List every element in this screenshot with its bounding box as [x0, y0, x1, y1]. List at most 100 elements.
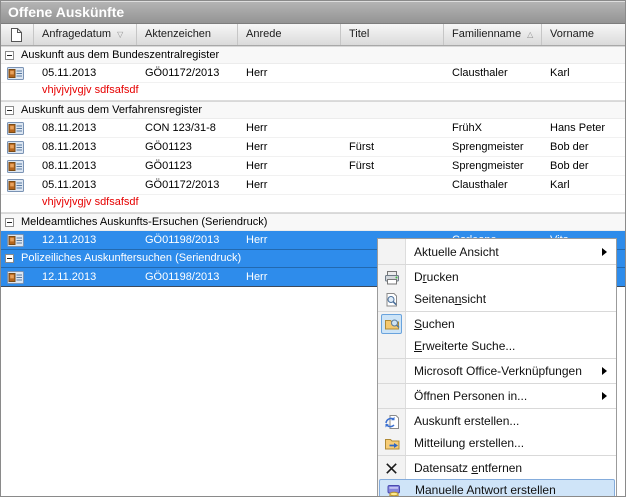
table-row[interactable]: 08.11.2013 CON 123/31-8 Herr FrühX Hans Pete…: [1, 119, 626, 138]
cell-salutation: Herr: [246, 231, 341, 250]
sort-descending-icon: ▽: [117, 30, 123, 39]
group-header-meldeamtliches-auskunfts-ersuchen-seriendruck[interactable]: Meldeamtliches Auskunfts-Ersuchen (Serie…: [1, 213, 626, 231]
cell-title: Fürst: [349, 157, 444, 176]
cell-firstname: Karl: [550, 64, 626, 83]
submenu-arrow-icon: [602, 392, 607, 400]
collapse-icon[interactable]: [5, 254, 14, 263]
menu-item-öffnen-personen-in[interactable]: Öffnen Personen in...: [378, 385, 616, 407]
column-header-lastname[interactable]: Familienname △: [444, 24, 542, 45]
note-text: vhjvjvjvgjv sdfsafsdf: [42, 83, 139, 98]
cell-lastname: Sprengmeister: [452, 138, 542, 157]
cell-date: 08.11.2013: [42, 138, 137, 157]
collapse-icon[interactable]: [5, 106, 14, 115]
contact-card-icon: [7, 141, 24, 154]
menu-item-mitteilung-erstellen[interactable]: Mitteilung erstellen...: [378, 432, 616, 454]
menu-item-auskunft-erstellen[interactable]: Auskunft erstellen...: [378, 410, 616, 432]
column-header-label: Anrede: [246, 28, 281, 40]
collapse-icon[interactable]: [5, 218, 14, 227]
cell-salutation: Herr: [246, 176, 341, 195]
document-icon: [10, 28, 22, 45]
offene-auskuenfte-window: Offene Auskünfte Anfragedatum▽Aktenzeich…: [0, 0, 626, 497]
table-row[interactable]: 08.11.2013GÖ01123HerrFürstSprengmeisterB…: [1, 138, 626, 157]
cell-lastname: Sprengmeister: [452, 157, 542, 176]
contact-card-icon: [7, 234, 24, 247]
group-header-auskunft-aus-dem-verfahrensregister[interactable]: Auskunft aus dem Verfahrensregister: [1, 101, 626, 119]
menu-item-label: Suchen: [414, 317, 455, 331]
contact-card-icon: [7, 271, 24, 284]
row-note[interactable]: vhjvjvjvgjv sdfsafsdf: [1, 195, 626, 213]
cell-salutation: Herr: [246, 268, 341, 287]
manual-reply-icon: [385, 483, 402, 497]
cell-salutation: Herr: [246, 119, 341, 138]
menu-item-label: Öffnen Personen in...: [414, 389, 527, 403]
cell-date: 05.11.2013: [42, 64, 137, 83]
menu-item-erweiterte-suche[interactable]: Erweiterte Suche...: [378, 335, 616, 357]
menu-item-label: Manuelle Antwort erstellen: [415, 483, 556, 497]
cell-file: GÖ01198/2013: [145, 231, 238, 250]
column-header-firstname[interactable]: Vorname: [542, 24, 626, 45]
group-label: Meldeamtliches Auskunfts-Ersuchen (Serie…: [21, 214, 267, 231]
table-row[interactable]: 05.11.2013GÖ01172/2013HerrClausthalerKar…: [1, 64, 626, 83]
printer-icon: [383, 269, 400, 286]
create-message-icon: [383, 435, 400, 452]
cell-file: GÖ01172/2013: [145, 176, 238, 195]
cell-firstname: Hans Peter: [550, 119, 626, 138]
column-header-label: Vorname: [550, 28, 594, 40]
cell-date: 08.11.2013: [42, 157, 137, 176]
column-header-file[interactable]: Aktenzeichen: [137, 24, 238, 45]
cell-lastname: FrühX: [452, 119, 542, 138]
submenu-arrow-icon: [602, 367, 607, 375]
menu-item-label: Auskunft erstellen...: [414, 414, 519, 428]
column-header-date[interactable]: Anfragedatum ▽: [34, 24, 137, 45]
menu-item-aktuelle-ansicht[interactable]: Aktuelle Ansicht: [378, 241, 616, 263]
cell-salutation: Herr: [246, 157, 341, 176]
context-menu: Aktuelle Ansicht Drucken Seitenansicht Such…: [377, 238, 617, 497]
cell-date: 12.11.2013: [42, 231, 137, 250]
contact-card-icon: [7, 122, 24, 135]
column-header-salutation[interactable]: Anrede: [238, 24, 341, 45]
menu-item-seitenansicht[interactable]: Seitenansicht: [378, 288, 616, 310]
menu-item-drucken[interactable]: Drucken: [378, 266, 616, 288]
menu-item-suchen[interactable]: Suchen: [378, 313, 616, 335]
row-note[interactable]: vhjvjvjvgjv sdfsafsdf: [1, 83, 626, 101]
menu-item-manuelle-antwort-erstellen[interactable]: Manuelle Antwort erstellen: [379, 479, 615, 497]
menu-item-datensatz-entfernen[interactable]: Datensatz entfernen: [378, 457, 616, 479]
contact-card-icon: [7, 160, 24, 173]
menu-item-microsoft-office-verknüpfungen[interactable]: Microsoft Office-Verknüpfungen: [378, 360, 616, 382]
remove-icon: [383, 460, 400, 477]
group-label: Polizeiliches Auskunftersuchen (Seriendr…: [21, 250, 241, 267]
column-header-rowicon[interactable]: [1, 24, 34, 45]
cell-firstname: Bob der: [550, 138, 626, 157]
contact-card-icon: [7, 179, 24, 192]
column-header-label: Aktenzeichen: [145, 28, 211, 40]
table-row[interactable]: 08.11.2013 GÖ01123 Herr Fürst Sprengmeister B…: [1, 157, 626, 176]
menu-item-label: Aktuelle Ansicht: [414, 245, 499, 259]
collapse-icon[interactable]: [5, 51, 14, 60]
cell-firstname: Bob der: [550, 157, 626, 176]
menu-item-label: Drucken: [414, 270, 459, 284]
menu-item-label: Seitenansicht: [414, 292, 486, 306]
submenu-arrow-icon: [602, 248, 607, 256]
menu-item-label: Microsoft Office-Verknüpfungen: [414, 364, 582, 378]
column-header-label: Familienname: [452, 28, 521, 40]
cell-lastname: Clausthaler: [452, 64, 542, 83]
group-header-auskunft-aus-dem-bundeszentralregister[interactable]: Auskunft aus dem Bundeszentralregister: [1, 46, 626, 64]
cell-file: CON 123/31-8: [145, 119, 238, 138]
cell-title: Fürst: [349, 138, 444, 157]
cell-file: GÖ01172/2013: [145, 64, 238, 83]
table-row[interactable]: 05.11.2013GÖ01172/2013HerrClausthalerKar…: [1, 176, 626, 195]
column-header-label: Anfragedatum: [42, 28, 111, 40]
menu-item-label: Datensatz entfernen: [414, 461, 522, 475]
contact-card-icon: [7, 67, 24, 80]
cell-file: GÖ01123: [145, 138, 238, 157]
column-header-title[interactable]: Titel: [341, 24, 444, 45]
sort-ascending-icon: △: [527, 30, 533, 39]
print-preview-icon: [383, 291, 400, 308]
cell-date: 08.11.2013: [42, 119, 137, 138]
cell-file: GÖ01123: [145, 157, 238, 176]
cell-date: 12.11.2013: [42, 268, 137, 287]
cell-file: GÖ01198/2013: [145, 268, 238, 287]
cell-date: 05.11.2013: [42, 176, 137, 195]
group-label: Auskunft aus dem Verfahrensregister: [21, 102, 202, 119]
menu-item-label: Mitteilung erstellen...: [414, 436, 524, 450]
